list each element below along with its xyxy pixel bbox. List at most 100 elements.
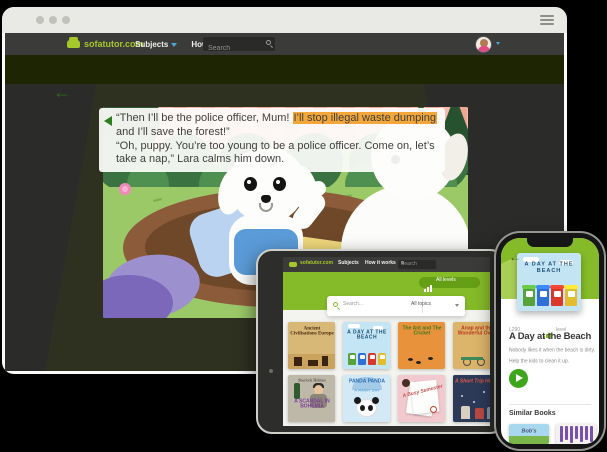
similar-books-heading: Similar Books: [509, 410, 556, 417]
cover-art: [294, 383, 300, 399]
snow-art: [483, 391, 485, 393]
logo-text[interactable]: sofatutor.com: [300, 260, 333, 266]
book-title: A DAY AT THE BEACH: [522, 261, 577, 274]
avatar[interactable]: [475, 36, 492, 53]
book-cover-ancient-civilisations[interactable]: Ancient Civilisations Europe: [288, 322, 335, 369]
search-icon: [401, 261, 404, 264]
book-subtitle: Sherlock Holmes: [292, 378, 332, 383]
nav-how-it-works[interactable]: How it works: [365, 260, 396, 266]
search-input[interactable]: [203, 42, 275, 56]
story-text-bubble: “Then I’ll be the police officer, Mum! I…: [99, 108, 445, 172]
tablet-mockup: sofatutor.com Subjects How it works Sear…: [256, 249, 506, 434]
window-control-dot[interactable]: [62, 16, 70, 24]
story-paragraph: “Oh, puppy. You’re too young to be a pol…: [116, 140, 437, 168]
cover-art: [461, 357, 483, 360]
divider: [509, 404, 591, 405]
snow-art: [461, 395, 463, 397]
tablet-camera: [269, 369, 273, 373]
book-cover-day-at-the-beach[interactable]: A DAY AT THE BEACH: [343, 322, 390, 369]
chevron-down-icon[interactable]: [455, 304, 459, 307]
window-controls[interactable]: [36, 16, 70, 24]
book-title: A SCANDAL IN BOHEMIA: [290, 399, 334, 409]
search-icon[interactable]: [266, 40, 271, 45]
back-button[interactable]: ←: [509, 250, 521, 264]
puppy-paw-art: [311, 181, 326, 196]
couch-icon: [67, 40, 80, 48]
cover-art: [560, 426, 563, 442]
book-title: A Short Trip Home: [455, 379, 491, 384]
book-page-title: A Day at the Beach: [509, 331, 591, 342]
header-search-box[interactable]: [203, 37, 275, 51]
figure-art: [461, 406, 470, 419]
bin-art: [565, 287, 577, 306]
panda-ear-art: [354, 397, 361, 404]
similar-book-cover-knitting[interactable]: [556, 424, 596, 444]
story-paragraph: “Then I’ll be the police officer, Mum! I…: [116, 112, 437, 140]
back-button[interactable]: ←: [53, 84, 71, 103]
all-topics-dropdown[interactable]: All topics: [411, 301, 431, 307]
book-title: The Ant and The Cricket: [400, 326, 444, 336]
cover-art: [322, 356, 328, 366]
book-cover-anap-wonderful-oven[interactable]: Anap and the Wonderful Oven: [453, 322, 490, 369]
phone-notch: [527, 238, 573, 247]
panda-eye-art: [368, 405, 373, 411]
puppy-eye-art: [244, 177, 257, 191]
tablet-screen: sofatutor.com Subjects How it works Sear…: [283, 257, 490, 426]
eye-glint: [247, 180, 251, 184]
highlighted-sentence: I’ll stop illegal waste dumping: [293, 112, 437, 124]
cover-art: [308, 360, 318, 366]
window-control-dot[interactable]: [49, 16, 57, 24]
search-placeholder: Search...: [343, 301, 363, 307]
browser-titlebar: [2, 7, 567, 33]
avatar-body: [478, 46, 490, 53]
book-title: Ancient Civilisations Europe: [290, 326, 334, 336]
audio-position-marker-icon[interactable]: [104, 116, 112, 126]
account-chevron-down-icon[interactable]: [496, 42, 500, 45]
play-button[interactable]: [509, 369, 528, 388]
page-top-strip: [5, 55, 564, 84]
phone-mockup: ← A DAY AT THE BEACH L290 level A Day at…: [496, 233, 604, 449]
tablet-site-header: sofatutor.com Subjects How it works Sear…: [283, 257, 490, 272]
eye-glint: [276, 180, 280, 184]
bin-art: [348, 353, 356, 365]
cover-art: [590, 426, 593, 442]
book-title: Bob's: [509, 428, 549, 434]
bin-art: [358, 353, 366, 365]
book-cover-short-trip-home[interactable]: A Short Trip Home: [453, 375, 490, 422]
book-cover-day-at-the-beach[interactable]: A DAY AT THE BEACH: [517, 253, 581, 311]
book-title: PANDA PANDA: [345, 379, 389, 384]
book-cover-panda-panda[interactable]: PANDA PANDA A RAINY DAY: [343, 375, 390, 422]
book-cover-ant-and-cricket[interactable]: The Ant and The Cricket: [398, 322, 445, 369]
cover-art: [565, 426, 568, 440]
bin-art: [368, 353, 376, 365]
coffee-cup-art: [402, 379, 410, 387]
grade-stamp-art: [430, 406, 437, 413]
window-control-dot[interactable]: [36, 16, 44, 24]
similar-book-cover-bobs[interactable]: Bob's: [509, 424, 549, 444]
couch-icon: [289, 262, 297, 267]
tablet-search-bar[interactable]: Search... All topics: [327, 296, 465, 316]
phone-screen: ← A DAY AT THE BEACH L290 level A Day at…: [501, 238, 599, 444]
book-cover-scandal-in-bohemia[interactable]: Sherlock Holmes A SCANDAL IN BOHEMIA: [288, 375, 335, 422]
ant-art: [416, 361, 421, 364]
levels-icon: [424, 274, 433, 292]
panda-eye-art: [360, 405, 365, 411]
site-header: sofatutor.com Subjects How it works: [5, 33, 564, 55]
flower-art: [119, 183, 131, 195]
nav-subjects[interactable]: Subjects: [338, 260, 359, 266]
book-cover-busy-semester[interactable]: A Busy Semester: [398, 375, 445, 422]
browser-menu-icon[interactable]: [540, 15, 554, 25]
cover-art: [294, 357, 302, 366]
nav-subjects[interactable]: Subjects: [135, 40, 177, 49]
cover-art: [570, 426, 573, 443]
sofatutor-logo[interactable]: sofatutor.com: [67, 37, 144, 51]
ant-art: [428, 357, 433, 360]
chevron-down-icon: [171, 43, 177, 47]
all-levels-button[interactable]: All levels: [419, 277, 480, 288]
puppy-eye-art: [273, 177, 286, 191]
book-subtitle: A RAINY DAY: [347, 388, 387, 393]
bin-art: [551, 287, 563, 306]
tablet-header-search[interactable]: Search: [398, 260, 436, 269]
bin-art: [537, 287, 549, 306]
book-description: Nobody likes it when the beach is dirty.…: [509, 346, 599, 368]
